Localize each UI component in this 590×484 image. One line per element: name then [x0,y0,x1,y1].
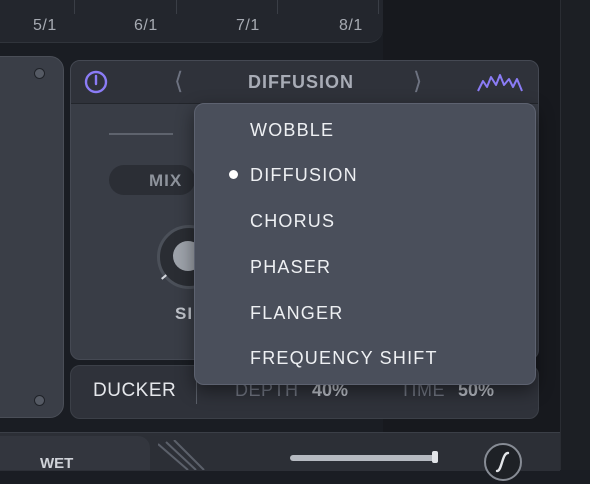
selected-bullet-icon [229,170,238,179]
right-edge-strip [560,0,590,470]
menu-item-frequency-shift[interactable]: FREQUENCY SHIFT [250,348,438,369]
bottom-slider-track[interactable] [290,455,438,461]
hatch-decoration [158,440,205,470]
bottom-slider-handle[interactable] [432,451,438,463]
curve-icon [495,451,510,473]
timeline-tick [74,0,75,14]
timeline-tick [176,0,177,14]
wet-panel [0,436,150,470]
menu-item-wobble[interactable]: WOBBLE [250,120,334,141]
timeline-label: 7/1 [236,17,260,34]
wet-label: WET [40,455,74,472]
mix-label: MIX [149,171,183,190]
screw-icon [34,68,45,79]
chevron-right-icon[interactable]: ⟩ [413,67,422,96]
effect-dropdown-menu [194,103,536,385]
timeline-label: 5/1 [33,17,57,34]
timeline-label: 6/1 [134,17,158,34]
screw-icon [34,395,45,406]
waveform-icon[interactable] [477,73,523,93]
timeline-tick [277,0,278,14]
menu-item-chorus[interactable]: CHORUS [250,211,335,232]
menu-item-phaser[interactable]: PHASER [250,257,331,278]
ducker-toggle[interactable]: DUCKER [93,380,176,402]
chevron-left-icon[interactable]: ⟨ [174,67,183,96]
mix-slider-track[interactable] [109,133,173,135]
timeline-label: 8/1 [339,17,363,34]
power-icon[interactable] [84,70,108,94]
timeline-tick [378,0,379,14]
left-module-panel [0,56,64,418]
effect-title[interactable]: DIFFUSION [231,72,371,93]
curve-button[interactable] [484,443,522,481]
timeline-strip [0,0,383,43]
menu-item-flanger[interactable]: FLANGER [250,303,343,324]
size-label: SI [175,304,194,323]
menu-item-diffusion[interactable]: DIFFUSION [250,165,358,186]
